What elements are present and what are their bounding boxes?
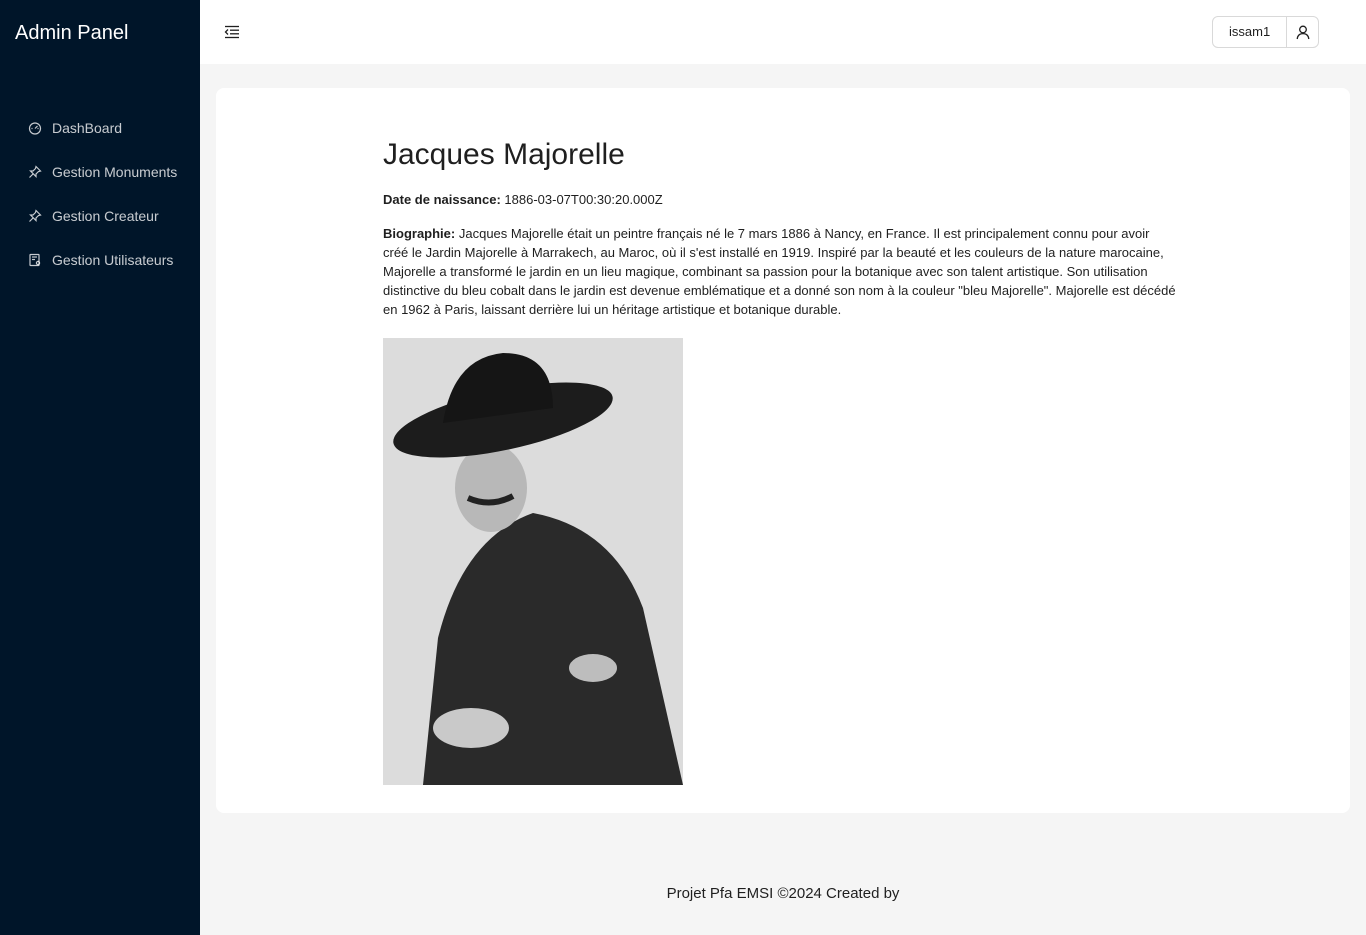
sidebar-menu: DashBoard Gestion Monuments Gestion Crea… <box>0 106 200 282</box>
sidebar-item-gestion-monuments[interactable]: Gestion Monuments <box>0 150 200 194</box>
user-list-icon <box>28 253 42 267</box>
user-menu: issam1 <box>1212 16 1320 48</box>
birth-date-label: Date de naissance: <box>383 192 501 207</box>
footer-text: Projet Pfa EMSI ©2024 Created by <box>666 885 900 902</box>
sidebar-item-label: DashBoard <box>52 120 123 136</box>
sidebar-item-label: Gestion Monuments <box>52 164 178 180</box>
top-header: issam1 <box>200 0 1366 64</box>
creator-portrait-image <box>383 338 683 785</box>
birth-date-line: Date de naissance: 1886-03-07T00:30:20.0… <box>383 192 663 207</box>
biography: Biographie: Jacques Majorelle était un p… <box>383 224 1178 319</box>
pushpin-icon <box>28 165 42 179</box>
sidebar: Admin Panel DashBoard Gestion Monuments <box>0 0 200 935</box>
creator-detail-card: Jacques Majorelle Date de naissance: 188… <box>216 88 1350 813</box>
sidebar-item-gestion-createur[interactable]: Gestion Createur <box>0 194 200 238</box>
page-title: Jacques Majorelle <box>383 138 625 171</box>
biography-text: Jacques Majorelle était un peintre franç… <box>383 226 1176 317</box>
sidebar-item-dashboard[interactable]: DashBoard <box>0 106 200 150</box>
app-title: Admin Panel <box>15 22 129 44</box>
sidebar-item-label: Gestion Createur <box>52 208 159 224</box>
biography-label: Biographie: <box>383 226 456 241</box>
user-icon[interactable] <box>1287 17 1318 47</box>
birth-date-value: 1886-03-07T00:30:20.000Z <box>504 192 663 207</box>
sidebar-item-gestion-utilisateurs[interactable]: Gestion Utilisateurs <box>0 238 200 282</box>
menu-fold-icon[interactable] <box>222 22 242 42</box>
sidebar-item-label: Gestion Utilisateurs <box>52 252 174 268</box>
pushpin-icon <box>28 209 42 223</box>
username-button[interactable]: issam1 <box>1213 17 1288 47</box>
dashboard-icon <box>28 121 42 135</box>
